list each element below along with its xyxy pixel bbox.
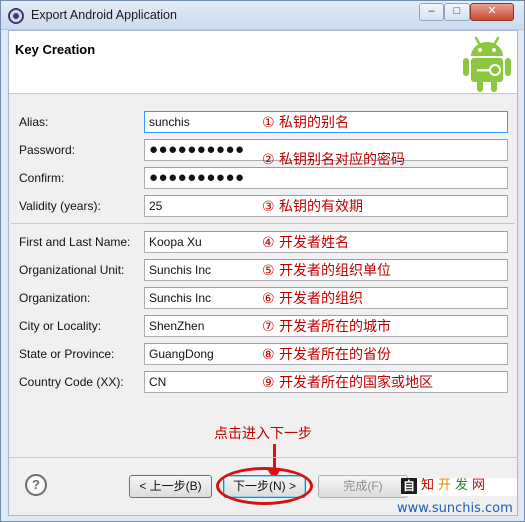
minimize-button[interactable]: –	[419, 3, 444, 21]
watermark-box-char: 自	[401, 478, 417, 494]
confirm-input[interactable]: ●●●●●●●●●●	[144, 167, 508, 189]
alias-label: Alias:	[19, 115, 49, 129]
confirm-label: Confirm:	[19, 171, 65, 185]
watermark-char: 发	[455, 478, 469, 493]
maximize-button[interactable]: □	[444, 3, 470, 21]
alias-row: Alias: sunchis ① 私钥的别名	[9, 108, 517, 136]
validity-row: Validity (years): 25 ③ 私钥的有效期	[9, 192, 517, 220]
back-button[interactable]: < 上一步(B)	[129, 475, 212, 498]
android-robot-icon	[463, 36, 511, 92]
title-bar[interactable]: Export Android Application – □ ✕	[1, 1, 524, 30]
button-bar-separator	[9, 457, 517, 458]
next-step-annotation: 点击进入下一步	[214, 426, 312, 442]
name-row: First and Last Name: Koopa Xu ④ 开发者姓名	[9, 228, 517, 256]
wizard-header: Key Creation	[9, 31, 517, 94]
form-separator	[11, 223, 515, 224]
watermark-char: 开	[438, 478, 452, 493]
eclipse-icon	[8, 8, 24, 24]
dialog-body: Key Creation Alias: sunchis ① 私钥的别名 Pass…	[8, 30, 518, 516]
alias-note: ① 私钥的别名	[262, 115, 350, 131]
watermark-char: 知	[421, 478, 435, 493]
export-dialog-window: Export Android Application – □ ✕ Key Cre…	[0, 0, 525, 522]
watermark-char: 网	[472, 478, 486, 493]
org-unit-note: ⑤ 开发者的组织单位	[262, 263, 392, 279]
name-note: ④ 开发者姓名	[262, 235, 350, 251]
validity-label: Validity (years):	[19, 199, 101, 213]
city-label: City or Locality:	[19, 319, 102, 333]
validity-note: ③ 私钥的有效期	[262, 199, 364, 215]
organization-label: Organization:	[19, 291, 91, 305]
org-unit-row: Organizational Unit: Sunchis Inc ⑤ 开发者的组…	[9, 256, 517, 284]
help-icon[interactable]: ?	[25, 474, 47, 496]
close-button[interactable]: ✕	[470, 3, 514, 21]
window-title: Export Android Application	[31, 8, 177, 22]
state-row: State or Province: GuangDong ⑧ 开发者所在的省份	[9, 340, 517, 368]
confirm-row: Confirm: ●●●●●●●●●●	[9, 164, 517, 192]
org-unit-label: Organizational Unit:	[19, 263, 125, 277]
watermark-url: www.sunchis.com	[397, 501, 513, 516]
name-label: First and Last Name:	[19, 235, 131, 249]
country-note: ⑨ 开发者所在的国家或地区	[262, 375, 434, 391]
page-title: Key Creation	[15, 42, 96, 57]
city-note: ⑦ 开发者所在的城市	[262, 319, 392, 335]
country-row: Country Code (XX): CN ⑨ 开发者所在的国家或地区	[9, 368, 517, 396]
finish-button: 完成(F)	[318, 475, 408, 498]
city-row: City or Locality: ShenZhen ⑦ 开发者所在的城市	[9, 312, 517, 340]
highlight-circle	[216, 467, 313, 505]
password-label: Password:	[19, 143, 76, 157]
country-label: Country Code (XX):	[19, 375, 124, 389]
password-row: Password: ●●●●●●●●●● ② 私钥别名对应的密码	[9, 136, 517, 168]
watermark-logo: 自知开发网	[401, 478, 517, 496]
state-note: ⑧ 开发者所在的省份	[262, 347, 392, 363]
state-label: State or Province:	[19, 347, 115, 361]
organization-row: Organization: Sunchis Inc ⑥ 开发者的组织	[9, 284, 517, 312]
organization-note: ⑥ 开发者的组织	[262, 291, 364, 307]
